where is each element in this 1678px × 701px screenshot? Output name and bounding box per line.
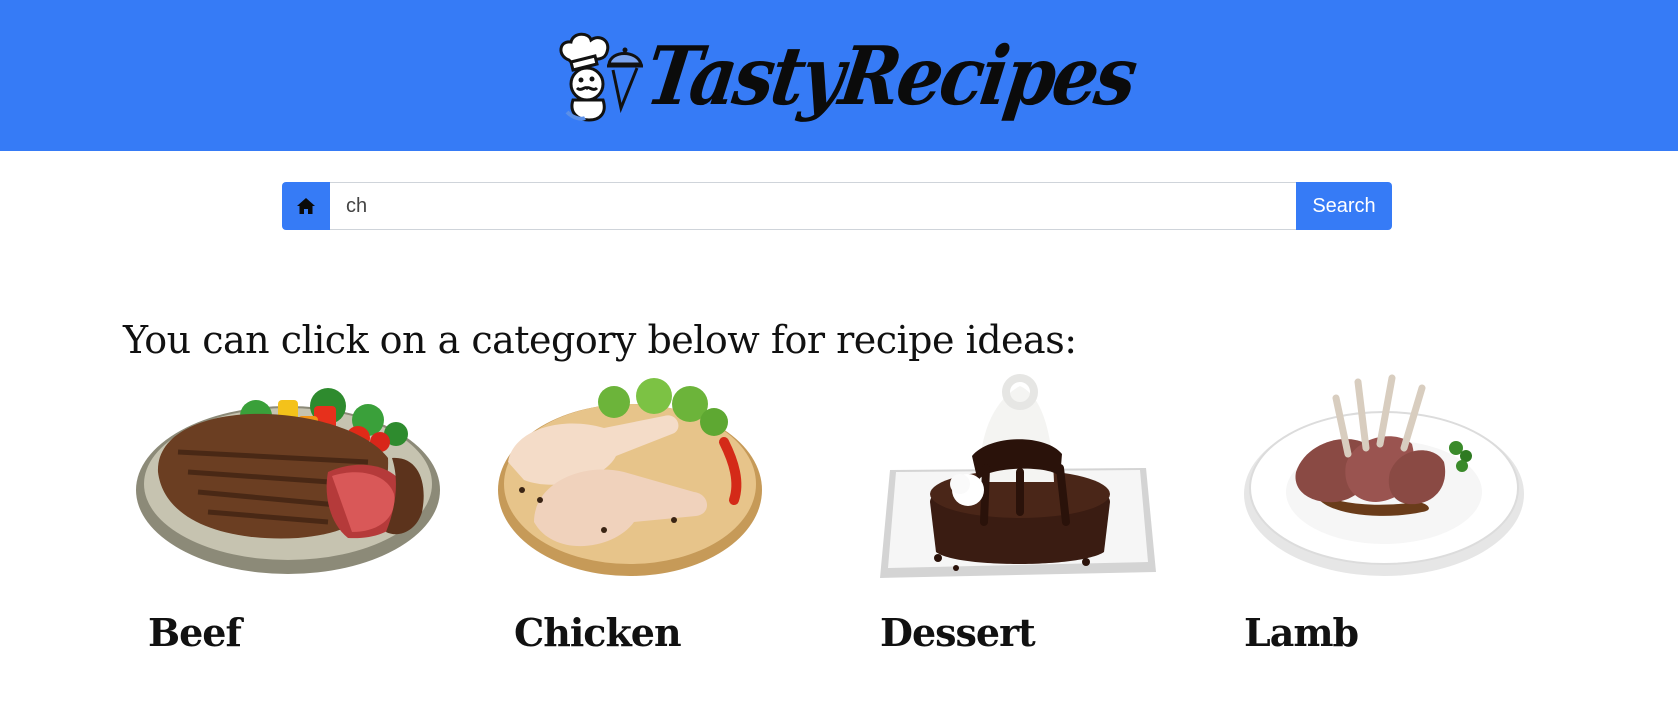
category-label: Beef: [148, 610, 242, 655]
category-label: Lamb: [1244, 610, 1359, 655]
category-label: Dessert: [880, 610, 1036, 655]
category-card-dessert[interactable]: Dessert: [860, 372, 1190, 662]
search-button[interactable]: Search: [1296, 182, 1392, 230]
category-card-lamb[interactable]: Lamb: [1226, 372, 1556, 662]
category-card-chicken[interactable]: Chicken: [494, 372, 824, 662]
home-icon: [297, 198, 315, 214]
category-prompt: You can click on a category below for re…: [123, 318, 1077, 362]
logo-wordmark: TastyRecipes: [640, 27, 1141, 123]
chef-mascot-icon: [559, 32, 643, 122]
search-input[interactable]: [330, 182, 1296, 230]
search-bar: Search: [282, 182, 1392, 230]
category-card-beef[interactable]: Beef: [128, 372, 458, 662]
site-header: TastyRecipes: [0, 0, 1678, 151]
home-button[interactable]: [282, 182, 330, 230]
raw-chicken-legs-image: [498, 378, 762, 576]
chocolate-lava-cake-image: [880, 374, 1156, 578]
site-logo[interactable]: TastyRecipes: [555, 27, 1140, 123]
category-label: Chicken: [514, 610, 682, 655]
lamb-chops-plate-image: [1244, 374, 1524, 576]
beef-steak-plate-image: [136, 388, 440, 574]
